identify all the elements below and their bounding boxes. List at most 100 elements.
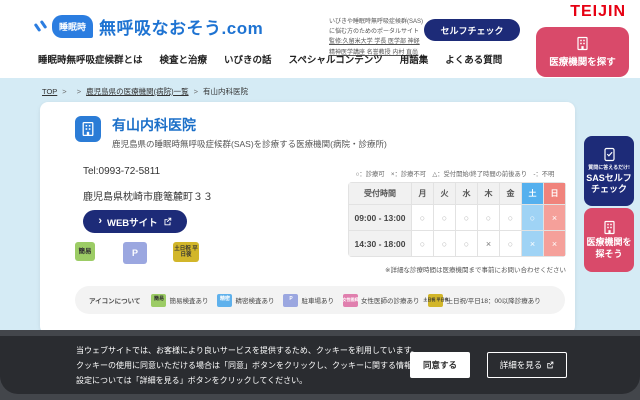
schedule-header-sun: 日 bbox=[544, 183, 566, 205]
cookie-line: 当ウェブサイトでは、お客様により良いサービスを提供するため、クッキーを利用してい… bbox=[76, 343, 420, 358]
schedule-table: 受付時間 月 火 水 木 金 土 日 09:00 - 13:00 ○ ○ ○ ○ bbox=[348, 182, 566, 257]
breadcrumb-separator: > bbox=[77, 87, 81, 96]
legend-item-female-doctor: 女性医師 女性医師の診療あり bbox=[343, 294, 420, 307]
main-nav: 睡眠時無呼吸症候群とは 検査と治療 いびきの話 スペシャルコンテンツ 用語集 よ… bbox=[38, 52, 502, 66]
schedule-header-wed: 水 bbox=[456, 183, 478, 205]
cookie-line: 設定については「詳細を見る」ボタンをクリックしてください。 bbox=[76, 373, 420, 388]
breadcrumb: TOP > > 鹿児島県の医療機関(病院)一覧 > 有山内科医院 bbox=[42, 86, 248, 97]
sas-self-check-button[interactable]: 質問に答えるだけ! SASセルフ チェック bbox=[584, 136, 634, 206]
schedule-header-sat: 土 bbox=[522, 183, 544, 205]
schedule-legend: ○：診療可 ×：診療不可 △：受付開始/終了時間の前後あり -：不明 bbox=[340, 169, 570, 178]
nav-item-about-sas[interactable]: 睡眠時無呼吸症候群とは bbox=[38, 52, 143, 66]
self-check-caption: 質問に答えるだけ! bbox=[588, 164, 630, 171]
building-icon bbox=[602, 220, 617, 235]
schedule-cell: ○ bbox=[478, 205, 500, 231]
badge-detailed-test: 精密 bbox=[217, 294, 232, 307]
schedule-cell: ○ bbox=[434, 231, 456, 257]
breadcrumb-separator: > bbox=[62, 87, 66, 96]
legend-item-weekend-night: 土日祝 平日夜 土日祝/平日18：00以降診療あり bbox=[428, 294, 540, 307]
schedule-cell: × bbox=[544, 205, 566, 231]
schedule-note: ※詳細な診療時間は医療機関まで事前にお問い合わせください bbox=[348, 264, 566, 274]
schedule-cell: ○ bbox=[434, 205, 456, 231]
clinic-name: 有山内科医院 bbox=[112, 115, 196, 135]
self-check-label: SASセルフ チェック bbox=[586, 173, 632, 196]
schedule-time: 14:30 - 18:00 bbox=[349, 231, 412, 257]
legend-label: 簡易検査あり bbox=[169, 295, 208, 305]
legend-item-parking: P 駐車場あり bbox=[283, 294, 334, 307]
schedule-cell: ○ bbox=[456, 231, 478, 257]
tagline-line1: いびきや睡眠時無呼吸症候群(SAS)に悩む方のためのポータルサイト bbox=[329, 17, 424, 37]
checklist-icon bbox=[602, 147, 617, 162]
logo-sleep-badge: 睡眠時 bbox=[52, 15, 93, 38]
schedule-header-fri: 金 bbox=[500, 183, 522, 205]
clinic-building-icon bbox=[75, 116, 101, 142]
nav-item-faq[interactable]: よくある質問 bbox=[445, 52, 502, 66]
schedule-cell: ○ bbox=[456, 205, 478, 231]
schedule-header-time: 受付時間 bbox=[349, 183, 412, 205]
cookie-line: クッキーの使用に同意いただける場合は「同意」ボタンをクリックし、クッキーに関する… bbox=[76, 358, 420, 373]
nav-item-special-contents[interactable]: スペシャルコンテンツ bbox=[289, 52, 383, 66]
badge-female-doctor: 女性医師 bbox=[343, 294, 358, 307]
icon-legend-title: アイコンについて bbox=[89, 295, 140, 305]
clinic-card: 有山内科医院 鹿児島県の睡眠時無呼吸症候群(SAS)を診療する医療機関(病院・診… bbox=[40, 102, 575, 334]
schedule-cell: ○ bbox=[500, 205, 522, 231]
page: 睡眠時 無呼吸なおそう.com いびきや睡眠時無呼吸症候群(SAS)に悩む方のた… bbox=[0, 0, 640, 400]
badge-parking: P bbox=[283, 294, 298, 307]
badge-simple-test: 簡易 bbox=[151, 294, 166, 307]
external-link-icon bbox=[163, 217, 172, 226]
find-medical-institution-button[interactable]: 医療機関を探す bbox=[536, 27, 629, 77]
find-medical-institution-side-button[interactable]: 医療機関を 探そう bbox=[584, 208, 634, 272]
badge-parking: P bbox=[123, 242, 147, 264]
find-button-label: 医療機関を探す bbox=[549, 54, 616, 68]
find-side-label: 医療機関を 探そう bbox=[586, 237, 632, 260]
legend-label: 土日祝/平日18：00以降診療あり bbox=[446, 295, 540, 305]
clinic-subtitle: 鹿児島県の睡眠時無呼吸症候群(SAS)を診療する医療機関(病院・診療所) bbox=[112, 138, 387, 150]
breadcrumb-prefecture-list[interactable]: 鹿児島県の医療機関(病院)一覧 bbox=[86, 86, 189, 97]
snore-marks-icon bbox=[36, 20, 46, 34]
schedule-row-afternoon: 14:30 - 18:00 ○ ○ ○ × ○ × × bbox=[349, 231, 566, 257]
schedule-cell: × bbox=[544, 231, 566, 257]
cookie-agree-button[interactable]: 同意する bbox=[410, 352, 470, 378]
clinic-address: 鹿児島県枕崎市鹿篭麓町３３ bbox=[83, 188, 213, 203]
schedule-header-thu: 木 bbox=[478, 183, 500, 205]
schedule-time: 09:00 - 13:00 bbox=[349, 205, 412, 231]
schedule-header-tue: 火 bbox=[434, 183, 456, 205]
schedule-cell: ○ bbox=[500, 231, 522, 257]
cookie-message: 当ウェブサイトでは、お客様により良いサービスを提供するため、クッキーを利用してい… bbox=[76, 343, 420, 388]
clinic-feature-badges: 簡易 P 土日祝 平日夜 bbox=[75, 242, 199, 264]
site-logo[interactable]: 睡眠時 無呼吸なおそう.com bbox=[36, 14, 263, 39]
schedule-cell: × bbox=[522, 231, 544, 257]
schedule-cell: ○ bbox=[412, 231, 434, 257]
cookie-details-button[interactable]: 詳細を見る bbox=[487, 352, 567, 378]
logo-text: 無呼吸なおそう.com bbox=[99, 14, 263, 39]
schedule-row-morning: 09:00 - 13:00 ○ ○ ○ ○ ○ ○ × bbox=[349, 205, 566, 231]
badge-simple-test: 簡易 bbox=[75, 242, 95, 261]
chevron-right-icon: › bbox=[98, 216, 102, 227]
legend-label: 精密検査あり bbox=[235, 295, 274, 305]
details-button-label: 詳細を見る bbox=[500, 359, 543, 371]
legend-label: 女性医師の診療あり bbox=[361, 295, 420, 305]
self-check-button[interactable]: セルフチェック bbox=[424, 19, 520, 41]
website-button[interactable]: › WEBサイト bbox=[83, 210, 187, 233]
icon-legend-bar: アイコンについて 簡易 簡易検査あり 精密 精密検査あり P 駐車場あり 女性医… bbox=[75, 286, 565, 314]
legend-label: 駐車場あり bbox=[301, 295, 334, 305]
nav-item-tests-treatment[interactable]: 検査と治療 bbox=[160, 52, 208, 66]
badge-weekend-night: 土日祝 平日夜 bbox=[428, 294, 443, 307]
breadcrumb-current: 有山内科医院 bbox=[203, 86, 248, 97]
legend-item-detailed: 精密 精密検査あり bbox=[217, 294, 274, 307]
cookie-banner: 当ウェブサイトでは、お客様により良いサービスを提供するため、クッキーを利用してい… bbox=[0, 336, 640, 394]
schedule-cell: ○ bbox=[412, 205, 434, 231]
teijin-logo: TEIJIN bbox=[570, 3, 626, 21]
schedule-header-mon: 月 bbox=[412, 183, 434, 205]
schedule-cell: ○ bbox=[522, 205, 544, 231]
nav-item-snoring[interactable]: いびきの話 bbox=[224, 52, 272, 66]
schedule-cell: × bbox=[478, 231, 500, 257]
badge-weekend-night: 土日祝 平日夜 bbox=[173, 242, 199, 262]
website-button-label: WEBサイト bbox=[107, 215, 158, 229]
breadcrumb-top[interactable]: TOP bbox=[42, 87, 57, 96]
nav-item-glossary[interactable]: 用語集 bbox=[400, 52, 429, 66]
external-link-icon bbox=[546, 361, 554, 369]
breadcrumb-separator: > bbox=[194, 87, 198, 96]
schedule-header-row: 受付時間 月 火 水 木 金 土 日 bbox=[349, 183, 566, 205]
building-icon bbox=[575, 36, 590, 51]
